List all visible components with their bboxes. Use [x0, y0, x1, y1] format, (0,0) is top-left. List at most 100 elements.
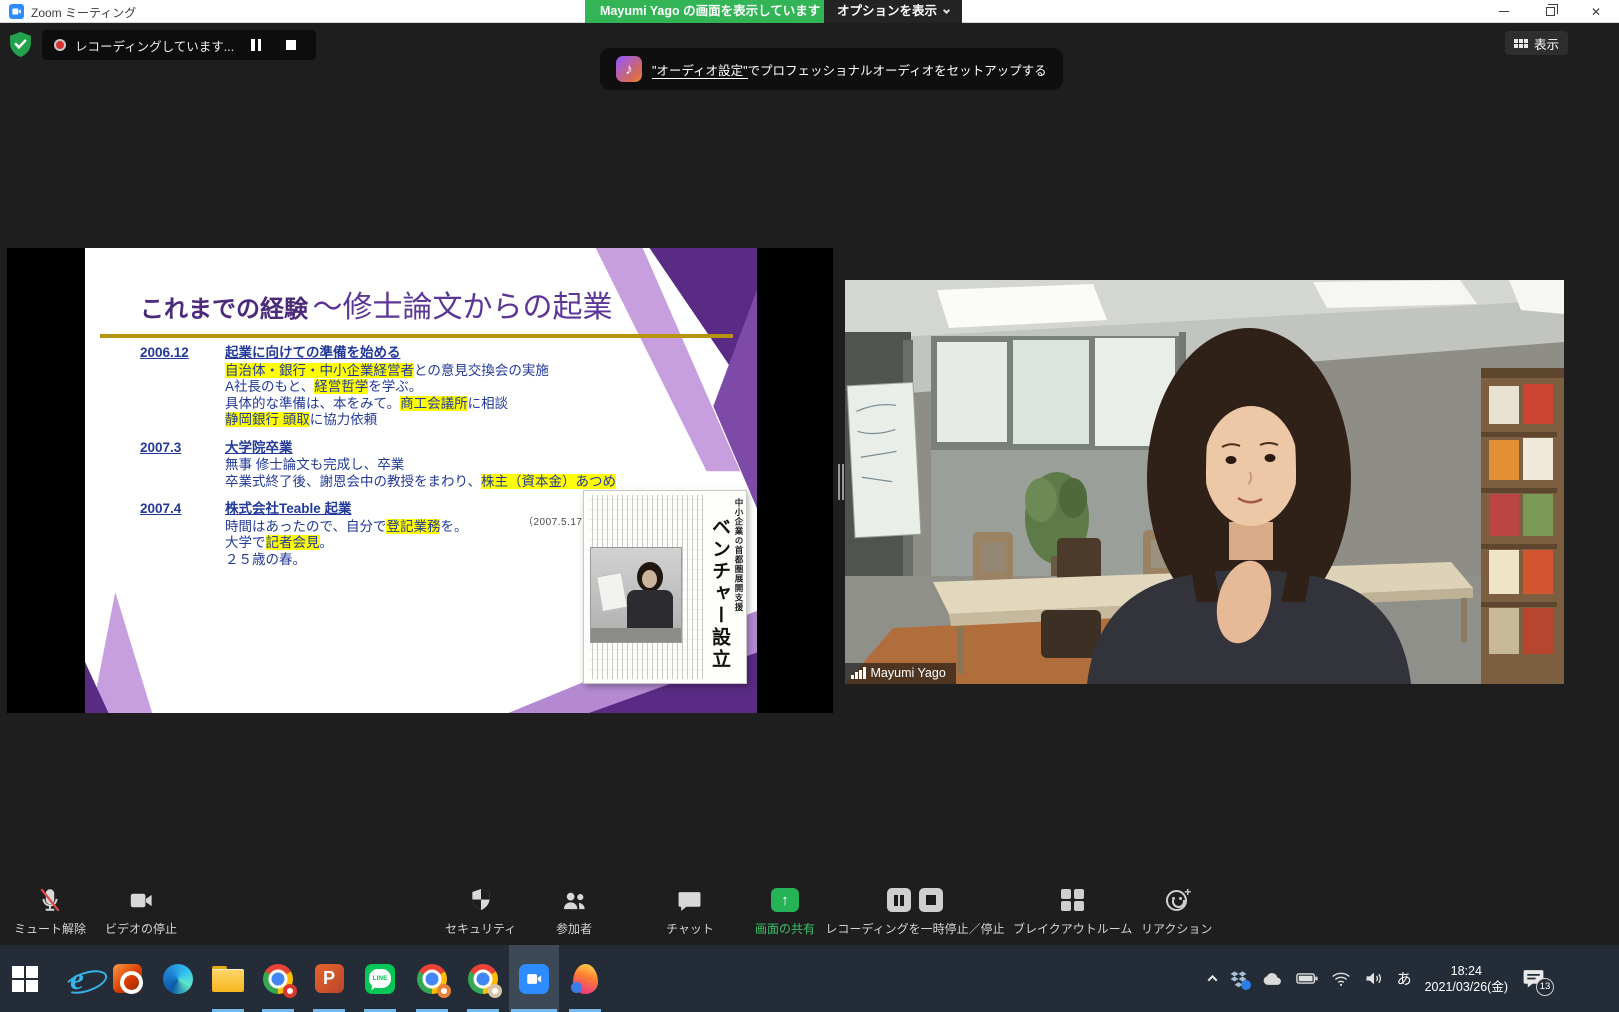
audio-settings-link[interactable]: "オーディオ設定" [652, 64, 748, 79]
unmute-button[interactable]: ミュート解除 [14, 886, 86, 937]
taskbar-edge[interactable] [153, 945, 203, 1012]
slide-title-rule [100, 334, 733, 338]
entry-date: 2007.3 [140, 440, 225, 491]
taskbar-office[interactable] [102, 945, 152, 1012]
pause-recording-icon[interactable] [887, 888, 911, 912]
panel-resize-handle[interactable] [836, 464, 845, 500]
music-note-icon: ♪ [616, 56, 642, 82]
tray-overflow-chevron[interactable] [1207, 975, 1217, 985]
slide-title-lead: これまでの経験 [140, 296, 308, 323]
start-button[interactable] [0, 945, 50, 1012]
entry-line: 大学で記者会見。 [225, 535, 467, 552]
wifi-icon[interactable] [1331, 971, 1351, 987]
newspaper-clipping: ベンチャー設立 中小企業の首都圏展開支援 [583, 490, 747, 684]
unmute-label: ミュート解除 [14, 920, 86, 937]
action-center-icon[interactable]: 13 [1521, 966, 1547, 992]
show-options-label: オプションを表示 [837, 0, 937, 23]
audio-setup-text: "オーディオ設定"でプロフェッショナルオーディオをセットアップする [652, 60, 1047, 79]
chat-bubble-icon [677, 886, 702, 914]
recording-pause-button[interactable] [243, 34, 269, 56]
slide-entry: 2007.3大学院卒業無事 修士論文も完成し、卒業卒業式終了後、謝恩会中の教授を… [140, 440, 700, 491]
meeting-toolbar: ミュート解除 ビデオの停止 セキュリティ 参加者 24 [0, 878, 1619, 945]
taskbar-clock[interactable]: 18:24 2021/03/26(金) [1425, 963, 1508, 995]
share-screen-label: 画面の共有 [755, 920, 815, 937]
participant-name: Mayumi Yago [871, 666, 946, 680]
presentation-slide: これまでの経験 ～修士論文からの起業 2006.12起業に向けての準備を始める自… [85, 248, 757, 713]
signal-strength-icon [851, 667, 866, 679]
taskbar-paint-3d[interactable] [560, 945, 610, 1012]
taskbar-file-explorer[interactable] [203, 945, 253, 1012]
entry-title: 大学院卒業 [225, 440, 616, 457]
taskbar-zoom-active[interactable] [509, 945, 559, 1012]
security-button[interactable]: セキュリティ [445, 886, 516, 937]
internet-explorer-icon: e [70, 964, 84, 994]
entry-line: 自治体・銀行・中小企業経営者との意見交換会の実施 [225, 363, 549, 380]
windows-taskbar: e P LINE あ 18:24 2021/03/26(金) [0, 945, 1619, 1012]
notification-count-badge: 13 [1536, 978, 1554, 996]
entry-line: 無事 修士論文も完成し、卒業 [225, 457, 616, 474]
chat-label: チャット [666, 920, 714, 937]
entry-date: 2006.12 [140, 345, 225, 429]
audio-setup-text-rest: でプロフェッショナルオーディオをセットアップする [748, 64, 1047, 78]
newspaper-photo-face [642, 570, 657, 588]
battery-icon[interactable] [1296, 971, 1318, 986]
file-explorer-icon [212, 966, 244, 991]
participants-button[interactable]: 参加者 [556, 886, 592, 937]
taskbar-chrome[interactable] [253, 945, 303, 1012]
entry-body: 大学院卒業無事 修士論文も完成し、卒業卒業式終了後、謝恩会中の教授をまわり、株主… [225, 440, 616, 491]
entry-line: A社長のもと、経営哲学を学ぶ。 [225, 379, 549, 396]
onedrive-icon[interactable] [1261, 970, 1283, 987]
chat-button[interactable]: チャット [666, 886, 714, 937]
participant-video[interactable]: Mayumi Yago [845, 280, 1564, 684]
security-label: セキュリティ [445, 920, 516, 937]
show-options-button[interactable]: オプションを表示 [824, 0, 962, 23]
dropbox-icon[interactable] [1229, 969, 1248, 988]
encryption-shield-icon [8, 31, 33, 57]
share-screen-button[interactable]: ↑ 画面の共有 [755, 886, 815, 937]
view-layout-button[interactable]: 表示 [1505, 31, 1568, 55]
recording-controls-label: レコーディングを一時停止／停止 [825, 920, 1004, 937]
entry-line: 具体的な準備は、本をみて。商工会議所に相談 [225, 396, 549, 413]
entry-body: 株式会社Teable 起業時間はあったので、自分で登記業務を。大学で記者会見。２… [225, 501, 467, 568]
restore-button[interactable] [1527, 0, 1573, 23]
reactions-button[interactable]: + リアクション [1141, 886, 1212, 937]
recording-stop-button[interactable] [278, 34, 304, 56]
powerpoint-icon: P [315, 964, 344, 993]
participant-name-tag: Mayumi Yago [845, 663, 956, 684]
gallery-grid-icon [1514, 39, 1528, 48]
close-icon: ✕ [1591, 5, 1601, 19]
close-button[interactable]: ✕ [1573, 0, 1619, 23]
audio-setup-toast: ♪ "オーディオ設定"でプロフェッショナルオーディオをセットアップする [600, 48, 1063, 90]
speaker-icon[interactable] [1364, 970, 1384, 987]
video-camera-icon [128, 886, 155, 914]
recording-controls[interactable]: レコーディングを一時停止／停止 [845, 886, 985, 937]
taskbar-internet-explorer[interactable]: e [52, 945, 102, 1012]
breakout-rooms-button[interactable]: ブレイクアウトルーム [1013, 886, 1132, 937]
stop-video-button[interactable]: ビデオの停止 [105, 886, 177, 937]
stop-recording-icon[interactable] [919, 888, 943, 912]
taskbar-powerpoint[interactable]: P [304, 945, 354, 1012]
stop-video-label: ビデオの停止 [105, 920, 177, 937]
chrome-recording-badge [283, 984, 297, 998]
entry-body: 起業に向けての準備を始める自治体・銀行・中小企業経営者との意見交換会の実施A社長… [225, 345, 549, 429]
minimize-icon [1499, 11, 1509, 12]
taskbar-chrome-profile-2[interactable] [458, 945, 508, 1012]
entry-title: 起業に向けての準備を始める [225, 345, 549, 362]
chrome-profile-badge [437, 984, 451, 998]
taskbar-line[interactable]: LINE [355, 945, 405, 1012]
clock-date: 2021/03/26(金) [1425, 979, 1508, 995]
entry-line: ２５歳の春。 [225, 552, 467, 569]
breakout-grid-icon [1061, 889, 1084, 912]
recording-dot-icon [54, 39, 66, 51]
entry-line: 静岡銀行 頭取に協力依頼 [225, 412, 549, 429]
minimize-button[interactable] [1481, 0, 1527, 23]
ime-indicator[interactable]: あ [1397, 968, 1412, 989]
newspaper-photo-paper [596, 572, 628, 612]
slide-title-rest: ～修士論文からの起業 [312, 291, 612, 324]
slide-title: これまでの経験 ～修士論文からの起業 [140, 282, 612, 326]
office-room-photo [845, 280, 1564, 684]
participants-label: 参加者 [556, 920, 592, 937]
taskbar-chrome-profile-1[interactable] [407, 945, 457, 1012]
entry-date: 2007.4 [140, 501, 225, 568]
entry-title: 株式会社Teable 起業 [225, 501, 467, 518]
